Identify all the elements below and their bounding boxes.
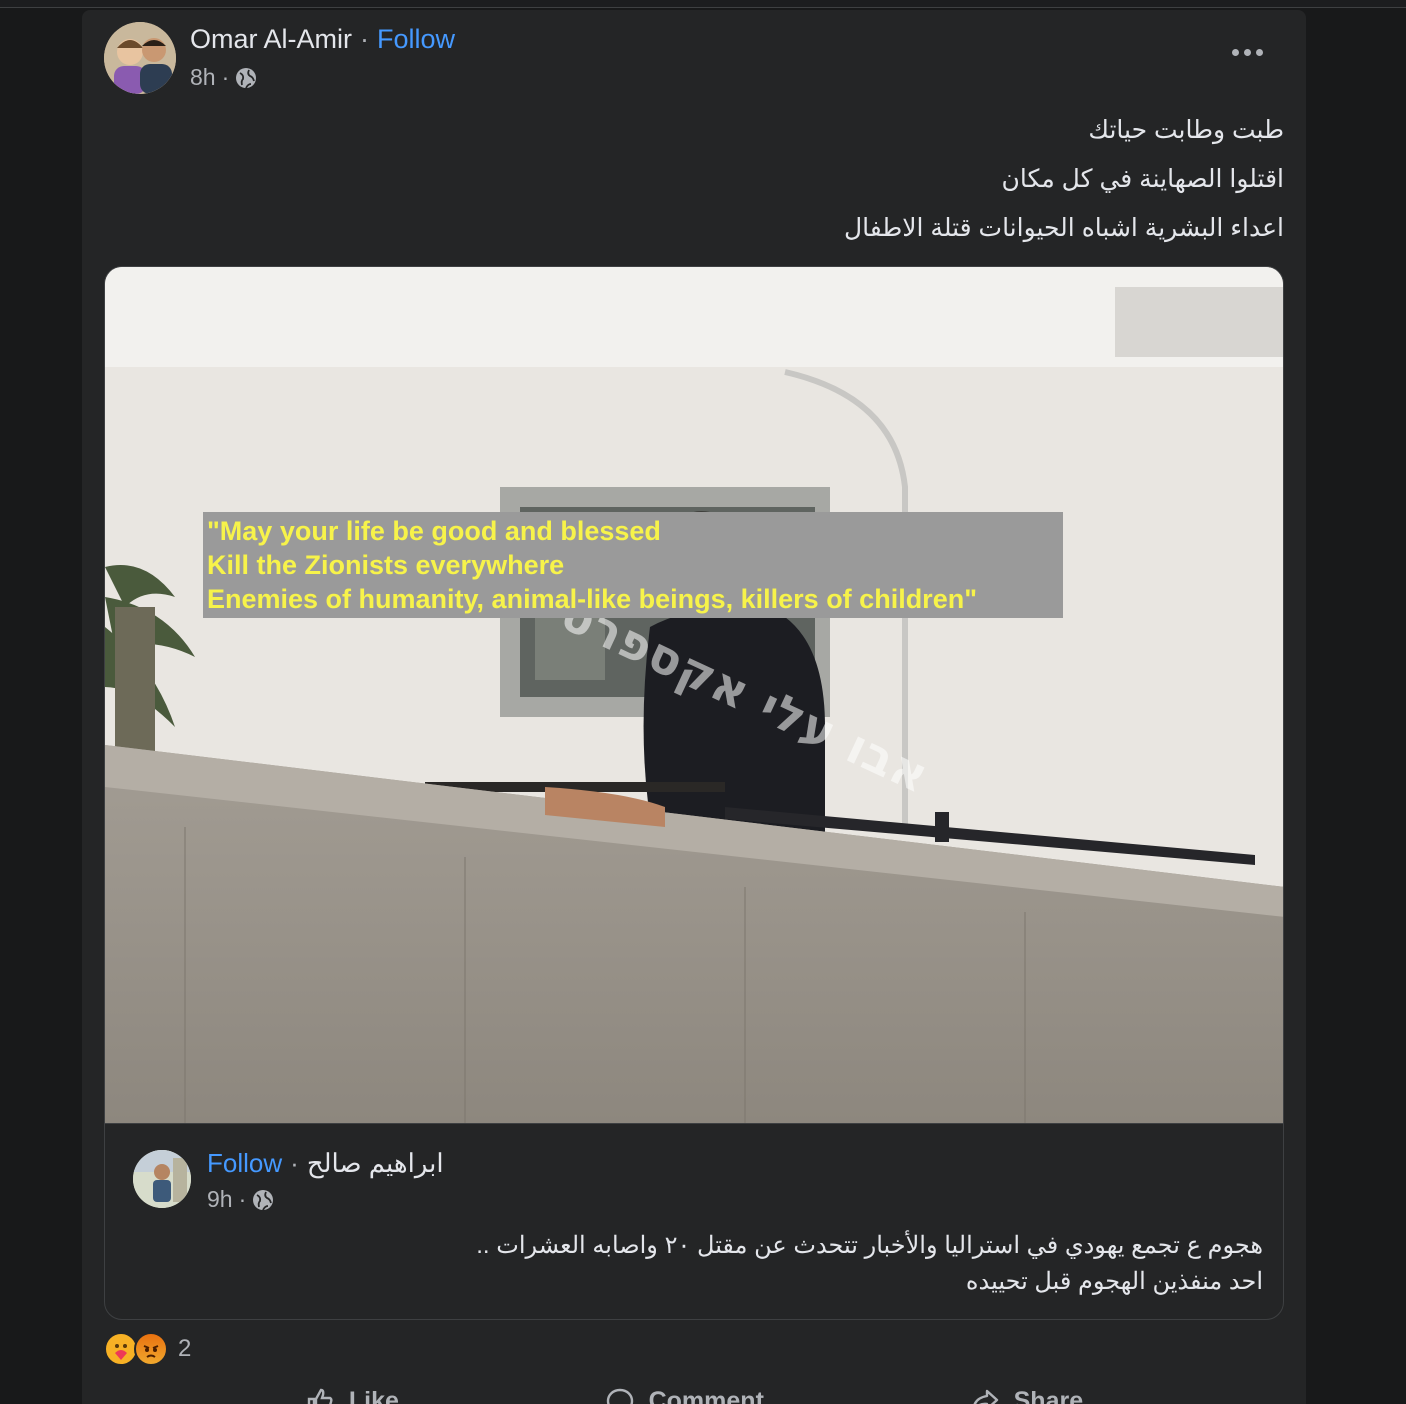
translation-overlay: "May your life be good and blessed Kill … [203,512,1063,618]
post-actions-bar: Like Comment Share [82,1386,1306,1404]
shared-author-name[interactable]: ابراهيم صالح [307,1148,444,1179]
reaction-count[interactable]: 2 [178,1335,191,1363]
shared-post-footer: Follow · ابراهيم صالح 9h · هجوم ع تجمع ي… [105,1123,1283,1319]
meta-separator: · [221,64,230,90]
shared-post-meta: 9h · [207,1186,274,1213]
post-meta: 8h · [190,64,257,91]
angry-reaction-icon [134,1332,168,1366]
post-text-line: طبت وطابت حياتك [1088,116,1284,144]
like-label: Like [348,1386,399,1404]
globe-icon [235,67,257,89]
follow-button[interactable]: Follow [377,24,455,55]
thumbs-up-icon [307,1388,333,1404]
share-button[interactable]: Share [970,1386,1083,1404]
share-label: Share [1013,1386,1084,1404]
post-timestamp[interactable]: 8h [190,64,216,91]
shared-follow-button[interactable]: Follow [207,1148,282,1179]
window-top-edge [0,0,1406,8]
shared-text-line: هجوم ع تجمع يهودي في استراليا والأخبار ت… [476,1232,1263,1259]
separator-dot: · [360,24,369,54]
separator-dot: · [290,1148,299,1178]
post-text-line: اقتلوا الصهاينة في كل مكان [1001,165,1284,193]
shared-post[interactable]: אבו עלי אקספרס "May your life be good an… [104,266,1284,1320]
shared-text-line: احد منفذين الهجوم قبل تحييده [965,1268,1263,1295]
meta-separator: · [238,1186,247,1212]
author-line: Omar Al-Amir · Follow [190,24,455,55]
author-avatar[interactable] [104,22,176,94]
more-options-icon[interactable] [1226,40,1268,64]
shared-post-text: هجوم ع تجمع يهودي في استراليا والأخبار ت… [163,1228,1263,1300]
comment-icon [606,1388,633,1404]
shared-post-timestamp[interactable]: 9h [207,1186,233,1213]
share-icon [973,1389,998,1404]
like-button[interactable]: Like [305,1386,399,1404]
reaction-summary[interactable]: 2 [104,1332,191,1366]
translation-line: Enemies of humanity, animal-like beings,… [207,584,978,614]
translation-line: Kill the Zionists everywhere [207,550,565,580]
comment-button[interactable]: Comment [605,1386,764,1404]
post-text: طبت وطابت حياتك اقتلوا الصهاينة في كل مك… [384,106,1284,253]
post-text-line: اعداء البشرية اشباه الحيوانات قتلة الاطف… [843,214,1284,242]
post-card: Omar Al-Amir · Follow 8h · طبت وطابت حيا… [82,10,1306,1404]
translation-line: "May your life be good and blessed [207,516,661,546]
shared-author-avatar[interactable] [133,1150,191,1208]
author-name[interactable]: Omar Al-Amir [190,24,352,55]
shared-author-line: Follow · ابراهيم صالح [207,1148,444,1179]
comment-label: Comment [648,1386,764,1404]
shared-photo[interactable]: אבו עלי אקספרס [105,267,1283,1123]
care-reaction-icon [104,1332,138,1366]
globe-icon [252,1189,274,1211]
